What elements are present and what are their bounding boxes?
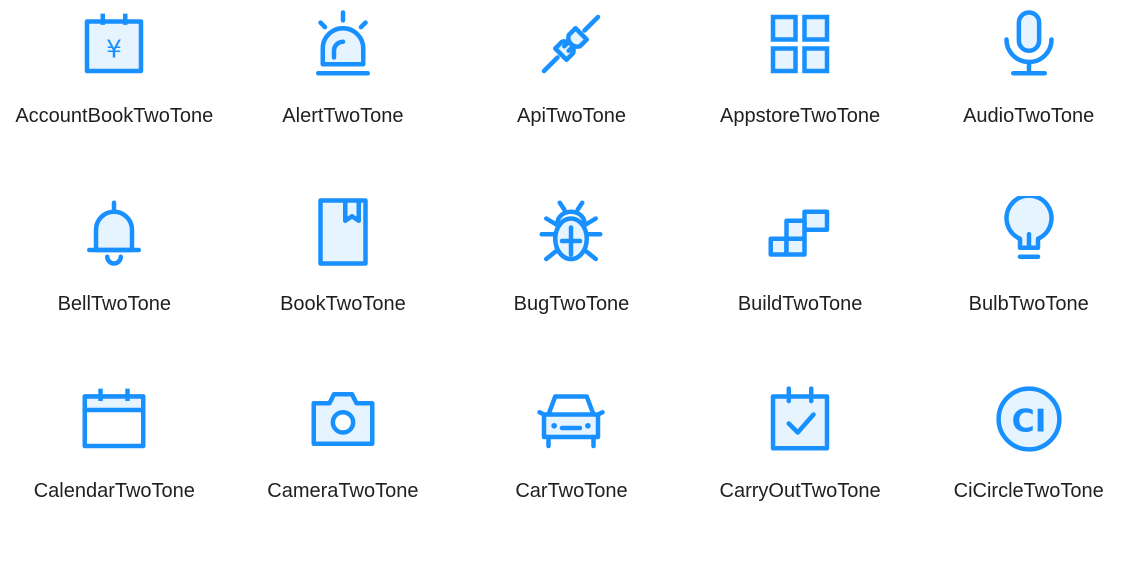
icon-cell-camera[interactable]: CameraTwoTone bbox=[229, 375, 458, 563]
icon-cell-bulb[interactable]: BulbTwoTone bbox=[914, 188, 1143, 376]
icon-label: CameraTwoTone bbox=[267, 480, 419, 503]
calendar-icon bbox=[78, 383, 150, 455]
icon-cell-carry-out[interactable]: CarryOutTwoTone bbox=[686, 375, 915, 563]
icon-label: AlertTwoTone bbox=[282, 105, 404, 127]
icon-label: CiCircleTwoTone bbox=[953, 480, 1104, 503]
camera-icon bbox=[307, 383, 379, 455]
icon-cell-ci-circle[interactable]: CI CiCircleTwoTone bbox=[914, 375, 1143, 563]
icon-grid: ¥ AccountBookTwoTone AlertTwoTone ApiTwo… bbox=[0, 0, 1143, 563]
icon-label: CarryOutTwoTone bbox=[719, 480, 881, 503]
build-icon bbox=[764, 196, 836, 268]
icon-label: CarTwoTone bbox=[515, 480, 628, 503]
icon-cell-build[interactable]: BuildTwoTone bbox=[686, 188, 915, 376]
svg-text:CI: CI bbox=[1011, 404, 1046, 440]
api-icon bbox=[535, 8, 607, 80]
icon-cell-calendar[interactable]: CalendarTwoTone bbox=[0, 375, 229, 563]
bug-icon bbox=[535, 196, 607, 268]
icon-label: BugTwoTone bbox=[513, 292, 630, 315]
icon-cell-bug[interactable]: BugTwoTone bbox=[457, 188, 686, 376]
icon-label: BellTwoTone bbox=[57, 292, 171, 315]
ci-circle-icon: CI bbox=[993, 383, 1065, 455]
svg-text:¥: ¥ bbox=[106, 35, 122, 64]
icon-cell-appstore[interactable]: AppstoreTwoTone bbox=[686, 0, 915, 188]
book-icon bbox=[307, 196, 379, 268]
carry-out-icon bbox=[764, 383, 836, 455]
bell-icon bbox=[78, 196, 150, 268]
appstore-icon bbox=[764, 8, 836, 80]
icon-label: AudioTwoTone bbox=[963, 105, 1095, 127]
bulb-icon bbox=[993, 195, 1065, 268]
icon-cell-alert[interactable]: AlertTwoTone bbox=[229, 0, 458, 188]
icon-label: ApiTwoTone bbox=[517, 105, 626, 127]
account-book-icon: ¥ bbox=[78, 8, 150, 80]
icon-cell-book[interactable]: BookTwoTone bbox=[229, 188, 458, 376]
icon-cell-car[interactable]: CarTwoTone bbox=[457, 375, 686, 563]
icon-cell-api[interactable]: ApiTwoTone bbox=[457, 0, 686, 188]
icon-cell-bell[interactable]: BellTwoTone bbox=[0, 188, 229, 376]
icon-cell-audio[interactable]: AudioTwoTone bbox=[914, 0, 1143, 188]
icon-label: AppstoreTwoTone bbox=[720, 105, 881, 127]
audio-icon bbox=[993, 8, 1065, 80]
icon-label: CalendarTwoTone bbox=[33, 480, 195, 503]
icon-label: AccountBookTwoTone bbox=[15, 105, 214, 127]
alert-icon bbox=[307, 8, 379, 80]
icon-label: BulbTwoTone bbox=[968, 292, 1089, 315]
icon-label: BuildTwoTone bbox=[737, 292, 863, 315]
car-icon bbox=[535, 383, 607, 455]
icon-label: BookTwoTone bbox=[280, 292, 406, 315]
icon-cell-account-book[interactable]: ¥ AccountBookTwoTone bbox=[0, 0, 229, 188]
